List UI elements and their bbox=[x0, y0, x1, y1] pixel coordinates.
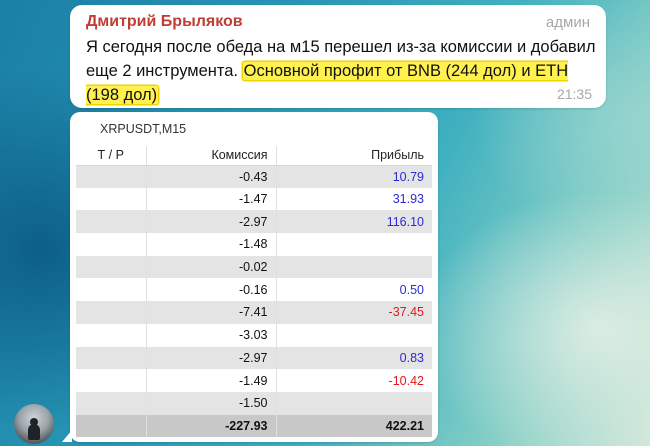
cell-commission: -1.49 bbox=[146, 369, 277, 392]
table-row: -0.16 0.50 bbox=[76, 278, 432, 302]
cell-profit bbox=[276, 391, 432, 415]
table-row: -0.43 10.79 bbox=[76, 165, 432, 188]
cell-profit bbox=[276, 233, 432, 256]
cell-profit bbox=[276, 323, 432, 347]
cell-commission: -0.43 bbox=[146, 165, 277, 188]
cell-tp bbox=[76, 187, 147, 211]
total-profit: 422.21 bbox=[276, 414, 432, 437]
cell-profit: -37.45 bbox=[276, 301, 432, 324]
avatar-figure bbox=[28, 424, 40, 440]
table-row: -2.97 0.83 bbox=[76, 346, 432, 370]
table-row: -1.48 bbox=[76, 233, 432, 256]
table-totals-row: -227.93 422.21 bbox=[76, 414, 432, 437]
sender-role-badge: админ bbox=[545, 14, 590, 31]
table-title: XRPUSDT,M15 bbox=[100, 122, 187, 136]
cell-profit: -10.42 bbox=[276, 369, 432, 392]
table-header-row: Т / Р Комиссия Прибыль bbox=[76, 146, 432, 166]
table-row: -3.03 bbox=[76, 323, 432, 347]
cell-commission: -3.03 bbox=[146, 323, 277, 347]
bubble-tail bbox=[62, 430, 72, 442]
message-bubble[interactable]: Дмитрий Брыляков админ Я сегодня после о… bbox=[70, 5, 606, 108]
user-avatar-icon[interactable] bbox=[14, 404, 54, 444]
cell-tp bbox=[76, 255, 147, 279]
cell-profit: 0.83 bbox=[276, 346, 432, 370]
cell-tp bbox=[76, 391, 147, 415]
cell-profit: 10.79 bbox=[276, 165, 432, 188]
table-row: -1.50 bbox=[76, 391, 432, 415]
cell-commission: -2.97 bbox=[146, 346, 277, 370]
header-commission: Комиссия bbox=[146, 146, 277, 166]
cell-commission: -0.02 bbox=[146, 255, 277, 279]
cell-tp bbox=[76, 210, 147, 234]
message-time: 21:35 bbox=[556, 86, 592, 102]
cell-commission: -2.97 bbox=[146, 210, 277, 234]
cell-tp bbox=[76, 369, 147, 392]
cell-tp bbox=[76, 301, 147, 324]
trades-table: Т / Р Комиссия Прибыль -0.43 10.79 -1.47 31… bbox=[76, 146, 432, 437]
cell-profit: 31.93 bbox=[276, 187, 432, 211]
cell-tp bbox=[76, 346, 147, 370]
table-row: -2.97 116.10 bbox=[76, 210, 432, 234]
cell-profit: 0.50 bbox=[276, 278, 432, 302]
total-commission: -227.93 bbox=[146, 414, 277, 437]
table-row: -0.02 bbox=[76, 255, 432, 279]
cell-tp bbox=[76, 233, 147, 256]
cell-tp bbox=[76, 278, 147, 302]
sender-name[interactable]: Дмитрий Брыляков bbox=[86, 13, 243, 31]
cell-tp bbox=[76, 323, 147, 347]
total-tp bbox=[76, 414, 147, 437]
table-row: -1.47 31.93 bbox=[76, 187, 432, 211]
cell-commission: -1.48 bbox=[146, 233, 277, 256]
cell-tp bbox=[76, 165, 147, 188]
table-body: -0.43 10.79 -1.47 31.93 -2.97 116.10 -1.48 -0.0… bbox=[76, 165, 432, 415]
table-row: -1.49 -10.42 bbox=[76, 369, 432, 392]
cell-commission: -1.50 bbox=[146, 391, 277, 415]
message-text: Я сегодня после обеда на м15 перешел из-… bbox=[86, 35, 596, 107]
cell-commission: -0.16 bbox=[146, 278, 277, 302]
table-row: -7.41 -37.45 bbox=[76, 301, 432, 324]
header-tp: Т / Р bbox=[76, 146, 147, 166]
cell-commission: -7.41 bbox=[146, 301, 277, 324]
cell-profit bbox=[276, 255, 432, 279]
cell-profit: 116.10 bbox=[276, 210, 432, 234]
image-message[interactable]: XRPUSDT,M15 Т / Р Комиссия Прибыль -0.43… bbox=[70, 112, 438, 442]
header-profit: Прибыль bbox=[276, 146, 432, 166]
cell-commission: -1.47 bbox=[146, 187, 277, 211]
